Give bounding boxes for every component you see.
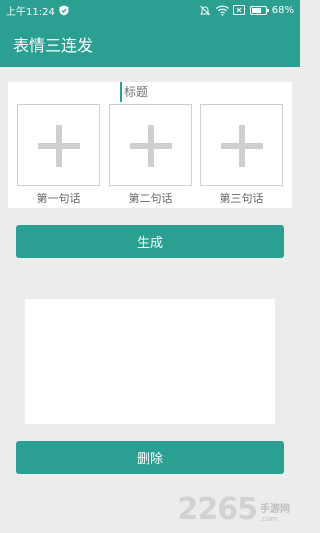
battery-icon	[249, 5, 269, 15]
watermark-logo: 2265 手游网 .com	[178, 495, 291, 525]
title-field-wrap	[0, 82, 300, 104]
app-bar: 表情三连发	[0, 20, 300, 67]
plus-icon	[130, 125, 172, 167]
slot-2-label: 第二句话	[128, 192, 173, 205]
mute-bell-icon	[199, 5, 211, 16]
slot-3-add-button[interactable]	[200, 104, 283, 186]
plus-icon	[38, 125, 80, 167]
sim-x-icon	[232, 4, 245, 16]
app-title: 表情三连发	[13, 35, 94, 55]
wifi-icon	[215, 5, 229, 16]
plus-icon	[221, 125, 263, 167]
battery-percent: 68%	[271, 4, 294, 16]
shield-icon	[59, 5, 69, 16]
slot-1-add-button[interactable]	[17, 104, 100, 186]
slot-1-label: 第一句话	[36, 192, 81, 205]
generate-button[interactable]: 生成	[16, 225, 284, 258]
slot-2-add-button[interactable]	[109, 104, 192, 186]
slot-3-label: 第三句话	[219, 192, 264, 205]
status-time: 上午11:24	[6, 6, 55, 18]
status-bar: 上午11:24 68%	[0, 0, 300, 20]
watermark-number: 2265	[177, 492, 258, 527]
result-preview	[25, 299, 275, 424]
delete-button[interactable]: 删除	[16, 441, 284, 474]
title-input[interactable]	[120, 82, 180, 102]
watermark-domain: .com	[260, 515, 278, 523]
watermark-chinese: 手游网	[260, 504, 290, 515]
